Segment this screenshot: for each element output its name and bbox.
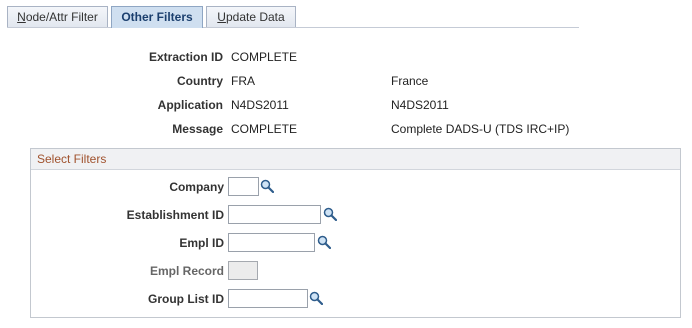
country-label: Country: [177, 74, 223, 88]
empl-id-label: Empl ID: [179, 236, 224, 250]
establishment-id-input[interactable]: [228, 205, 321, 224]
application-description: N4DS2011: [391, 98, 449, 112]
tab-update-data[interactable]: Update Data: [206, 6, 296, 27]
tab-other-filters[interactable]: Other Filters: [111, 6, 203, 28]
tab-accesskey: U: [217, 10, 226, 24]
message-label: Message: [172, 122, 223, 136]
establishment-lookup-icon[interactable]: [323, 207, 337, 221]
extraction-id-value: COMPLETE: [231, 50, 298, 64]
message-value: COMPLETE: [231, 122, 298, 136]
empl-record-input: [228, 261, 258, 280]
company-input[interactable]: [228, 177, 259, 196]
application-label: Application: [157, 98, 223, 112]
extraction-id-label: Extraction ID: [148, 50, 223, 64]
tab-label: Other Filters: [121, 10, 193, 24]
tab-accesskey: N: [17, 10, 26, 24]
select-filters-title: Select Filters: [31, 149, 680, 170]
tab-label: pdate Data: [225, 10, 285, 24]
application-value: N4DS2011: [231, 98, 289, 112]
tab-label: ode/Attr Filter: [25, 10, 98, 24]
group-list-id-input[interactable]: [228, 289, 308, 308]
establishment-id-label: Establishment ID: [126, 208, 224, 222]
group-list-id-label: Group List ID: [148, 292, 224, 306]
company-lookup-icon[interactable]: [260, 179, 274, 193]
group-list-lookup-icon[interactable]: [309, 291, 323, 305]
message-description: Complete DADS-U (TDS IRC+IP): [391, 122, 570, 136]
tab-bar: Node/Attr Filter Other Filters Update Da…: [7, 6, 579, 28]
country-value: FRA: [231, 74, 255, 88]
empl-id-lookup-icon[interactable]: [317, 235, 331, 249]
empl-record-label: Empl Record: [149, 264, 224, 278]
tab-baseline: [7, 27, 579, 28]
empl-id-input[interactable]: [228, 233, 315, 252]
country-description: France: [391, 74, 429, 88]
company-label: Company: [169, 180, 224, 194]
tab-node-attr-filter[interactable]: Node/Attr Filter: [7, 6, 108, 27]
